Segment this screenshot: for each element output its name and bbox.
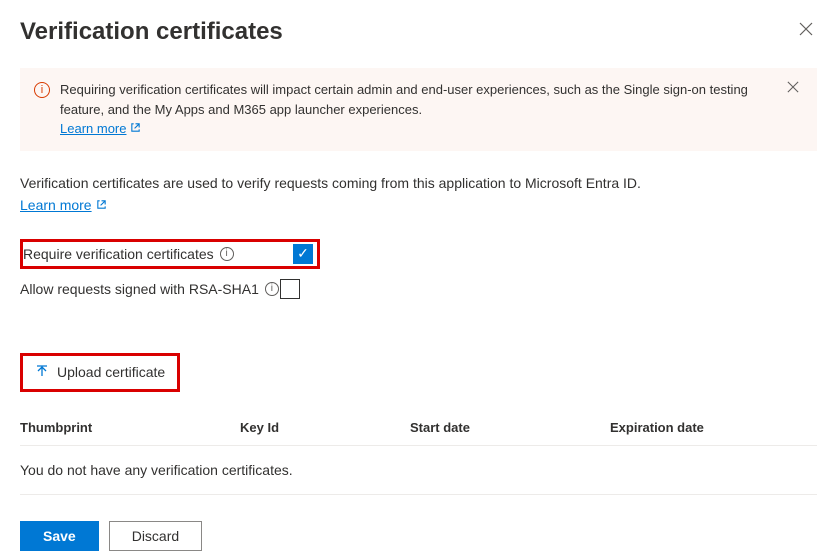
external-link-icon	[130, 119, 141, 139]
require-cert-highlight: Require verification certificates i ✓	[20, 239, 320, 269]
page-title: Verification certificates	[20, 18, 283, 46]
info-icon[interactable]: i	[220, 247, 234, 261]
col-expiration-date: Expiration date	[610, 420, 817, 435]
alert-learn-more-link[interactable]: Learn more	[60, 119, 141, 139]
empty-table-message: You do not have any verification certifi…	[20, 446, 817, 495]
alert-learn-more-label: Learn more	[60, 119, 126, 139]
allow-rsa-checkbox[interactable]	[280, 279, 300, 299]
upload-highlight: Upload certificate	[20, 353, 180, 392]
description-learn-more-label: Learn more	[20, 197, 92, 213]
cert-table-header: Thumbprint Key Id Start date Expiration …	[20, 410, 817, 446]
col-thumbprint: Thumbprint	[20, 420, 240, 435]
col-key-id: Key Id	[240, 420, 410, 435]
alert-text: Requiring verification certificates will…	[60, 82, 748, 117]
upload-certificate-button[interactable]: Upload certificate	[25, 358, 175, 387]
upload-button-label: Upload certificate	[57, 364, 165, 380]
close-button[interactable]	[795, 18, 817, 44]
allow-rsa-label: Allow requests signed with RSA-SHA1	[20, 281, 259, 297]
col-start-date: Start date	[410, 420, 610, 435]
upload-icon	[35, 364, 49, 381]
warning-alert: i Requiring verification certificates wi…	[20, 68, 817, 151]
close-icon	[799, 22, 813, 36]
alert-dismiss-button[interactable]	[783, 80, 803, 96]
close-icon	[787, 81, 799, 93]
checkmark-icon: ✓	[297, 245, 309, 262]
require-cert-checkbox[interactable]: ✓	[293, 244, 313, 264]
discard-button[interactable]: Discard	[109, 521, 202, 551]
save-button[interactable]: Save	[20, 521, 99, 551]
description-learn-more-link[interactable]: Learn more	[20, 197, 107, 213]
description-text: Verification certificates are used to ve…	[20, 175, 817, 191]
warning-icon: i	[34, 82, 50, 98]
info-icon[interactable]: i	[265, 282, 279, 296]
require-cert-label: Require verification certificates	[23, 246, 214, 262]
external-link-icon	[96, 197, 107, 213]
